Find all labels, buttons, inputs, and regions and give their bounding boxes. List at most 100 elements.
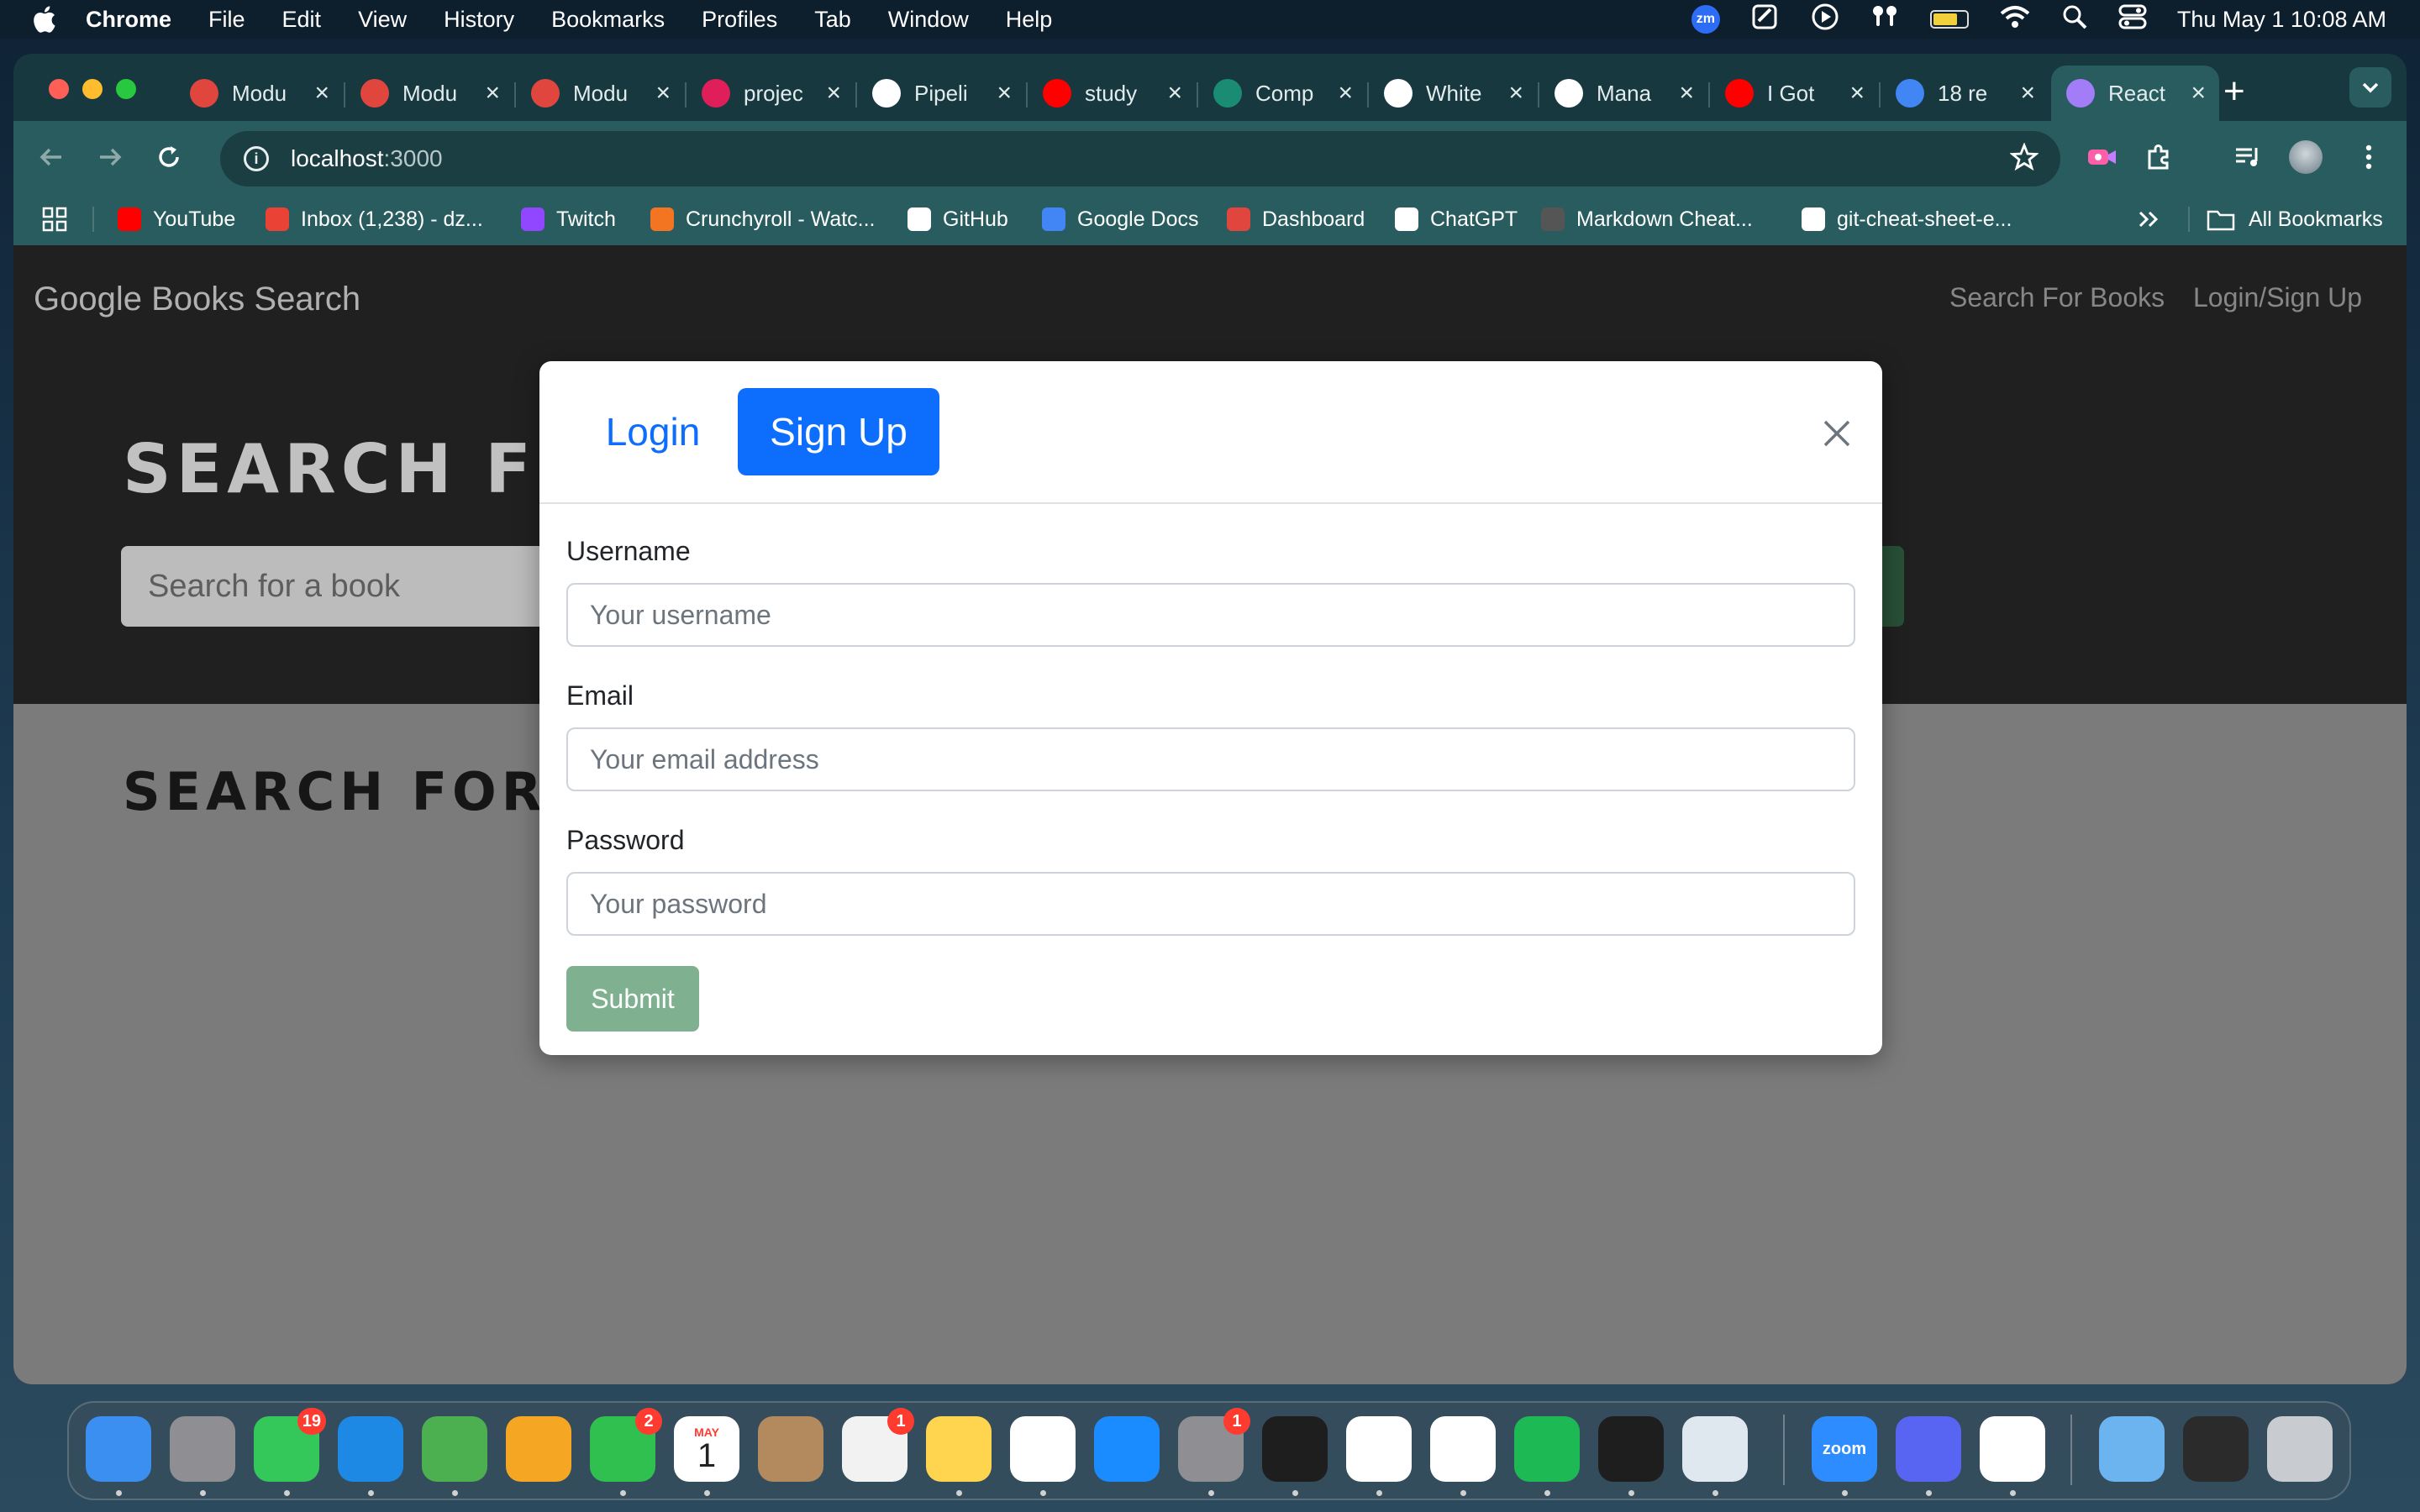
mail-icon[interactable] — [338, 1416, 403, 1482]
activity-monitor-icon[interactable] — [1598, 1416, 1664, 1482]
tab-close-icon[interactable]: × — [997, 79, 1012, 108]
browser-tab[interactable]: study × — [1028, 66, 1196, 121]
bookmark-item[interactable]: YouTube — [118, 203, 235, 235]
chrome-icon[interactable] — [1430, 1416, 1496, 1482]
zoom-icon[interactable]: zoom — [1812, 1416, 1877, 1482]
menu-history[interactable]: History — [444, 7, 514, 33]
tab-close-icon[interactable]: × — [826, 79, 841, 108]
bookmark-item[interactable]: Google Docs — [1042, 203, 1199, 235]
menu-profiles[interactable]: Profiles — [702, 7, 777, 33]
tab-close-icon[interactable]: × — [1679, 79, 1694, 108]
tab-close-icon[interactable]: × — [1167, 79, 1182, 108]
email-input[interactable]: Your email address — [566, 727, 1855, 791]
zoom-window-button[interactable] — [116, 79, 136, 99]
menu-edit[interactable]: Edit — [282, 7, 322, 33]
bookmark-item[interactable]: Dashboard — [1227, 203, 1365, 235]
menu-tab[interactable]: Tab — [814, 7, 851, 33]
bookmark-item[interactable]: Markdown Cheat... — [1541, 203, 1753, 235]
tab-close-icon[interactable]: × — [485, 79, 500, 108]
spotify-icon[interactable] — [1514, 1416, 1580, 1482]
bookmark-item[interactable]: ChatGPT — [1395, 203, 1518, 235]
menu-file[interactable]: File — [208, 7, 245, 33]
tab-search-button[interactable] — [2349, 67, 2391, 108]
more-bookmarks-chevron-icon[interactable] — [2138, 203, 2160, 235]
tab-close-icon[interactable]: × — [2020, 79, 2035, 108]
settings-icon[interactable]: 1 — [1178, 1408, 1250, 1482]
clipboard-icon[interactable] — [1750, 3, 1781, 37]
vscode-icon[interactable] — [1346, 1416, 1412, 1482]
airpods-icon[interactable] — [1870, 3, 1900, 37]
browser-tab[interactable]: White × — [1369, 66, 1537, 121]
wifi-icon[interactable] — [1999, 4, 2031, 35]
app-store-icon[interactable] — [1094, 1416, 1160, 1482]
bookmark-item[interactable]: GitHub — [908, 203, 1008, 235]
browser-tab[interactable]: 18 re × — [1881, 66, 2049, 121]
contacts-icon[interactable] — [758, 1416, 823, 1482]
back-button[interactable] — [32, 138, 71, 176]
apple-icon[interactable] — [30, 5, 57, 34]
browser-tab[interactable]: Pipeli × — [857, 66, 1025, 121]
browser-tab[interactable]: projec × — [687, 66, 855, 121]
password-input[interactable]: Your password — [566, 872, 1855, 936]
discord-icon[interactable] — [1896, 1416, 1961, 1482]
browser-tab[interactable]: Comp × — [1198, 66, 1366, 121]
bookmark-item[interactable]: git-cheat-sheet-e... — [1802, 203, 2012, 235]
close-window-button[interactable] — [49, 79, 69, 99]
mongodb-icon[interactable] — [1980, 1416, 2045, 1482]
browser-tab[interactable]: I Got × — [1710, 66, 1878, 121]
tab-close-icon[interactable]: × — [314, 79, 329, 108]
calendar-icon[interactable]: MAY 1 — [674, 1416, 739, 1482]
minimize-window-button[interactable] — [82, 79, 103, 99]
zoom-status-icon[interactable]: zm — [1691, 5, 1720, 34]
menu-clock[interactable]: Thu May 1 10:08 AM — [2177, 7, 2386, 33]
tab-login[interactable]: Login — [566, 388, 739, 475]
address-bar[interactable]: i localhost:3000 — [220, 131, 2060, 186]
finder-icon[interactable] — [86, 1416, 151, 1482]
messages-icon[interactable]: 19 — [254, 1408, 326, 1482]
menu-view[interactable]: View — [358, 7, 407, 33]
tab-close-icon[interactable]: × — [1338, 79, 1353, 108]
trash-icon[interactable] — [2267, 1416, 2333, 1482]
tab-close-icon[interactable]: × — [655, 79, 671, 108]
forward-button[interactable] — [91, 138, 129, 176]
chrome-menu-icon[interactable] — [2349, 138, 2388, 176]
browser-tab[interactable]: Modu × — [516, 66, 684, 121]
browser-tab[interactable]: Mana × — [1539, 66, 1707, 121]
bookmark-star-icon[interactable] — [2009, 141, 2039, 176]
folder-icon[interactable] — [2099, 1416, 2165, 1482]
menu-bookmarks[interactable]: Bookmarks — [551, 7, 665, 33]
menu-help[interactable]: Help — [1006, 7, 1053, 33]
postgres-icon[interactable] — [1682, 1416, 1748, 1482]
menu-window[interactable]: Window — [888, 7, 969, 33]
apps-grid-icon[interactable] — [42, 203, 67, 235]
control-center-icon[interactable] — [2118, 3, 2147, 36]
site-info-icon[interactable]: i — [244, 146, 269, 171]
window-preview-icon[interactable] — [2183, 1416, 2249, 1482]
menu-app-name[interactable]: Chrome — [86, 7, 171, 33]
submit-button[interactable]: Submit — [566, 966, 699, 1032]
bookmark-item[interactable]: Twitch — [521, 203, 616, 235]
username-input[interactable]: Your username — [566, 583, 1855, 647]
media-controls-icon[interactable] — [2228, 138, 2267, 176]
battery-icon[interactable] — [1929, 10, 1969, 29]
photos-icon[interactable] — [506, 1416, 571, 1482]
extensions-puzzle-icon[interactable] — [2139, 138, 2178, 176]
launchpad-icon[interactable] — [170, 1416, 235, 1482]
browser-tab[interactable]: React × — [2051, 66, 2219, 121]
tab-close-icon[interactable]: × — [2191, 79, 2206, 108]
terminal-icon[interactable] — [1262, 1416, 1328, 1482]
modal-close-button[interactable] — [1803, 400, 1870, 467]
facetime-icon[interactable]: 2 — [590, 1408, 662, 1482]
tab-close-icon[interactable]: × — [1849, 79, 1865, 108]
freeform-icon[interactable] — [1010, 1416, 1076, 1482]
spotlight-search-icon[interactable] — [2061, 3, 2088, 36]
tab-close-icon[interactable]: × — [1508, 79, 1523, 108]
profile-avatar[interactable] — [2289, 140, 2323, 174]
maps-icon[interactable] — [422, 1416, 487, 1482]
tab-signup[interactable]: Sign Up — [738, 388, 939, 475]
bookmark-item[interactable]: Crunchyroll - Watc... — [650, 203, 876, 235]
reload-button[interactable] — [150, 138, 188, 176]
play-circle-icon[interactable] — [1811, 3, 1839, 37]
notes-icon[interactable] — [926, 1416, 992, 1482]
reminders-icon[interactable]: 1 — [842, 1408, 914, 1482]
